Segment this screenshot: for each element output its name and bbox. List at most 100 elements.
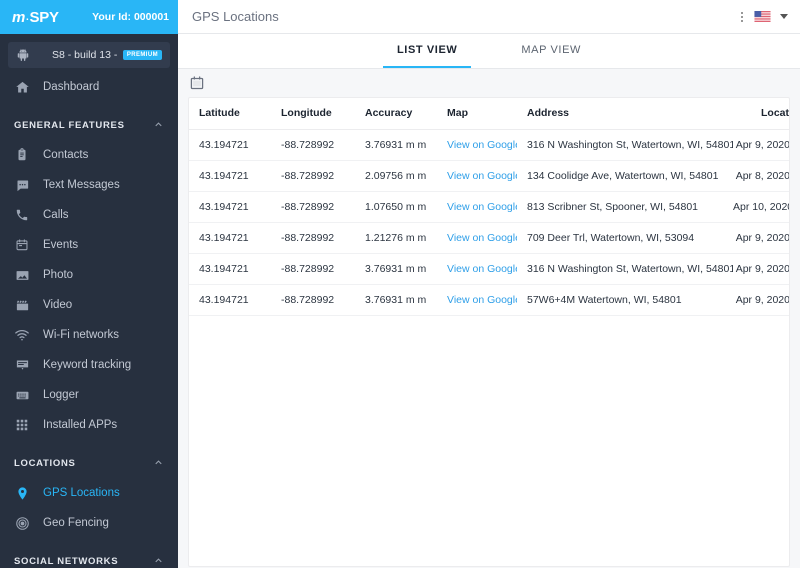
map-pin-icon <box>14 485 30 501</box>
device-name-label: S8 - build 13 - 5.... <box>52 49 120 61</box>
sidebar-item-geo-fencing[interactable]: Geo Fencing <box>0 508 178 538</box>
tab-map-view[interactable]: MAP VIEW <box>507 34 595 68</box>
sidebar-item-dashboard[interactable]: Dashboard <box>0 72 178 102</box>
wifi-icon <box>14 327 30 343</box>
cell-accuracy: 3.76931 m m <box>355 284 437 316</box>
column-header-address[interactable]: Address <box>517 98 733 130</box>
mspy-logo[interactable]: m. SPY <box>12 9 59 26</box>
cell-address: 134 Coolidge Ave, Watertown, WI, 54801 <box>517 160 733 192</box>
cell-latitude: 43.194721 <box>189 222 271 254</box>
chevron-up-icon <box>153 457 164 470</box>
sidebar-section-social-networks[interactable]: SOCIAL NETWORKS <box>0 546 178 568</box>
sidebar-item-label: Calls <box>43 209 69 221</box>
view-on-google-link[interactable]: View on Google <box>447 294 517 306</box>
sidebar-item-logger[interactable]: Logger <box>0 380 178 410</box>
tab-list-view[interactable]: LIST VIEW <box>382 34 472 68</box>
gps-locations-table-card: Latitude Longitude Accuracy Map Address … <box>188 97 790 567</box>
table-row[interactable]: 43.194721 -88.728992 3.76931 m m View on… <box>189 129 789 161</box>
device-selector[interactable]: S8 - build 13 - 5.... PREMIUM <box>8 42 170 68</box>
sidebar-section-label: LOCATIONS <box>14 457 76 469</box>
us-flag-icon[interactable] <box>754 11 771 22</box>
phone-icon <box>14 207 30 223</box>
photo-icon <box>14 267 30 283</box>
sidebar-item-calls[interactable]: Calls <box>0 200 178 230</box>
cell-accuracy: 3.76931 m m <box>355 129 437 161</box>
cell-latitude: 43.194721 <box>189 284 271 316</box>
cell-address: 57W6+4M Watertown, WI, 54801 <box>517 284 733 316</box>
cell-location-time: Apr 10, 2020 6:36 PM <box>733 191 789 223</box>
sidebar: m.SPY Your Id: 000001 S8 - build 13 - 5.… <box>0 0 178 568</box>
view-on-google-link[interactable]: View on Google <box>447 232 517 244</box>
sidebar-item-label: Text Messages <box>43 179 120 191</box>
sidebar-section-label: GENERAL FEATURES <box>14 119 125 131</box>
video-icon <box>14 297 30 313</box>
sidebar-item-photo[interactable]: Photo <box>0 260 178 290</box>
table-row[interactable]: 43.194721 -88.728992 1.21276 m m View on… <box>189 222 789 254</box>
sidebar-item-gps-locations[interactable]: GPS Locations <box>0 478 178 508</box>
view-on-google-link[interactable]: View on Google <box>447 263 517 275</box>
cell-location-time: Apr 9, 2020 6:14 PM <box>733 253 789 285</box>
table-row[interactable]: 43.194721 -88.728992 1.07650 m m View on… <box>189 191 789 223</box>
sidebar-item-contacts[interactable]: Contacts <box>0 140 178 170</box>
sidebar-section-general-features[interactable]: GENERAL FEATURES <box>0 110 178 140</box>
table-header: Latitude Longitude Accuracy Map Address … <box>189 98 789 130</box>
table-toolbar <box>178 69 800 97</box>
cell-longitude: -88.728992 <box>271 129 355 161</box>
sidebar-item-label: GPS Locations <box>43 487 120 499</box>
sidebar-section-locations[interactable]: LOCATIONS <box>0 448 178 478</box>
calendar-icon <box>14 237 30 253</box>
sidebar-item-text-messages[interactable]: Text Messages <box>0 170 178 200</box>
cell-longitude: -88.728992 <box>271 284 355 316</box>
view-tabs: LIST VIEW MAP VIEW <box>178 34 800 69</box>
target-icon <box>14 515 30 531</box>
cell-location-time: Apr 9, 2020 6:59 PM <box>733 129 789 161</box>
top-header-bar: GPS Locations <box>178 0 800 34</box>
sidebar-item-keyword-tracking[interactable]: Keyword tracking <box>0 350 178 380</box>
cell-address: 316 N Washington St, Watertown, WI, 5480… <box>517 129 733 161</box>
cell-map: View on Google <box>437 253 517 285</box>
cell-latitude: 43.194721 <box>189 160 271 192</box>
table-row[interactable]: 43.194721 -88.728992 3.76931 m m View on… <box>189 284 789 316</box>
cell-location-time: Apr 9, 2020 1:12 PM <box>733 284 789 316</box>
table-row[interactable]: 43.194721 -88.728992 2.09756 m m View on… <box>189 160 789 192</box>
sidebar-item-events[interactable]: Events <box>0 230 178 260</box>
view-on-google-link[interactable]: View on Google <box>447 201 517 213</box>
logo-dot: . <box>26 11 29 23</box>
contacts-icon <box>14 147 30 163</box>
cell-latitude: 43.194721 <box>189 129 271 161</box>
view-on-google-link[interactable]: View on Google <box>447 170 517 182</box>
more-vertical-icon[interactable] <box>739 10 745 24</box>
sidebar-item-label: Installed APPs <box>43 419 118 431</box>
view-on-google-link[interactable]: View on Google <box>447 139 517 151</box>
column-header-accuracy[interactable]: Accuracy <box>355 98 437 130</box>
sidebar-item-label: Events <box>43 239 79 251</box>
sidebar-item-wifi-networks[interactable]: Wi-Fi networks <box>0 320 178 350</box>
cell-address: 813 Scribner St, Spooner, WI, 54801 <box>517 191 733 223</box>
cell-longitude: -88.728992 <box>271 253 355 285</box>
cell-map: View on Google <box>437 222 517 254</box>
calendar-icon[interactable] <box>189 75 205 91</box>
page-title: GPS Locations <box>192 9 279 24</box>
message-icon <box>14 177 30 193</box>
sidebar-item-label: Keyword tracking <box>43 359 132 371</box>
table-row[interactable]: 43.194721 -88.728992 3.76931 m m View on… <box>189 253 789 285</box>
cell-latitude: 43.194721 <box>189 253 271 285</box>
keyword-icon <box>14 357 30 373</box>
cell-location-time: Apr 8, 2020 6:49 PM <box>733 160 789 192</box>
column-header-latitude[interactable]: Latitude <box>189 98 271 130</box>
cell-location-time: Apr 9, 2020 6:25 PM <box>733 222 789 254</box>
cell-accuracy: 1.21276 m m <box>355 222 437 254</box>
column-header-location-time[interactable]: Location Time <box>733 98 789 130</box>
cell-longitude: -88.728992 <box>271 191 355 223</box>
cell-address: 709 Deer Trl, Watertown, WI, 53094 <box>517 222 733 254</box>
sidebar-item-installed-apps[interactable]: Installed APPs <box>0 410 178 440</box>
cell-map: View on Google <box>437 191 517 223</box>
logo-spy-glyph: SPY <box>29 8 59 26</box>
user-id-label: Your Id: 000001 <box>92 11 169 23</box>
premium-badge: PREMIUM <box>122 50 162 60</box>
sidebar-item-label: Logger <box>43 389 79 401</box>
column-header-map[interactable]: Map <box>437 98 517 130</box>
column-header-longitude[interactable]: Longitude <box>271 98 355 130</box>
chevron-down-icon[interactable] <box>780 14 788 19</box>
sidebar-item-video[interactable]: Video <box>0 290 178 320</box>
